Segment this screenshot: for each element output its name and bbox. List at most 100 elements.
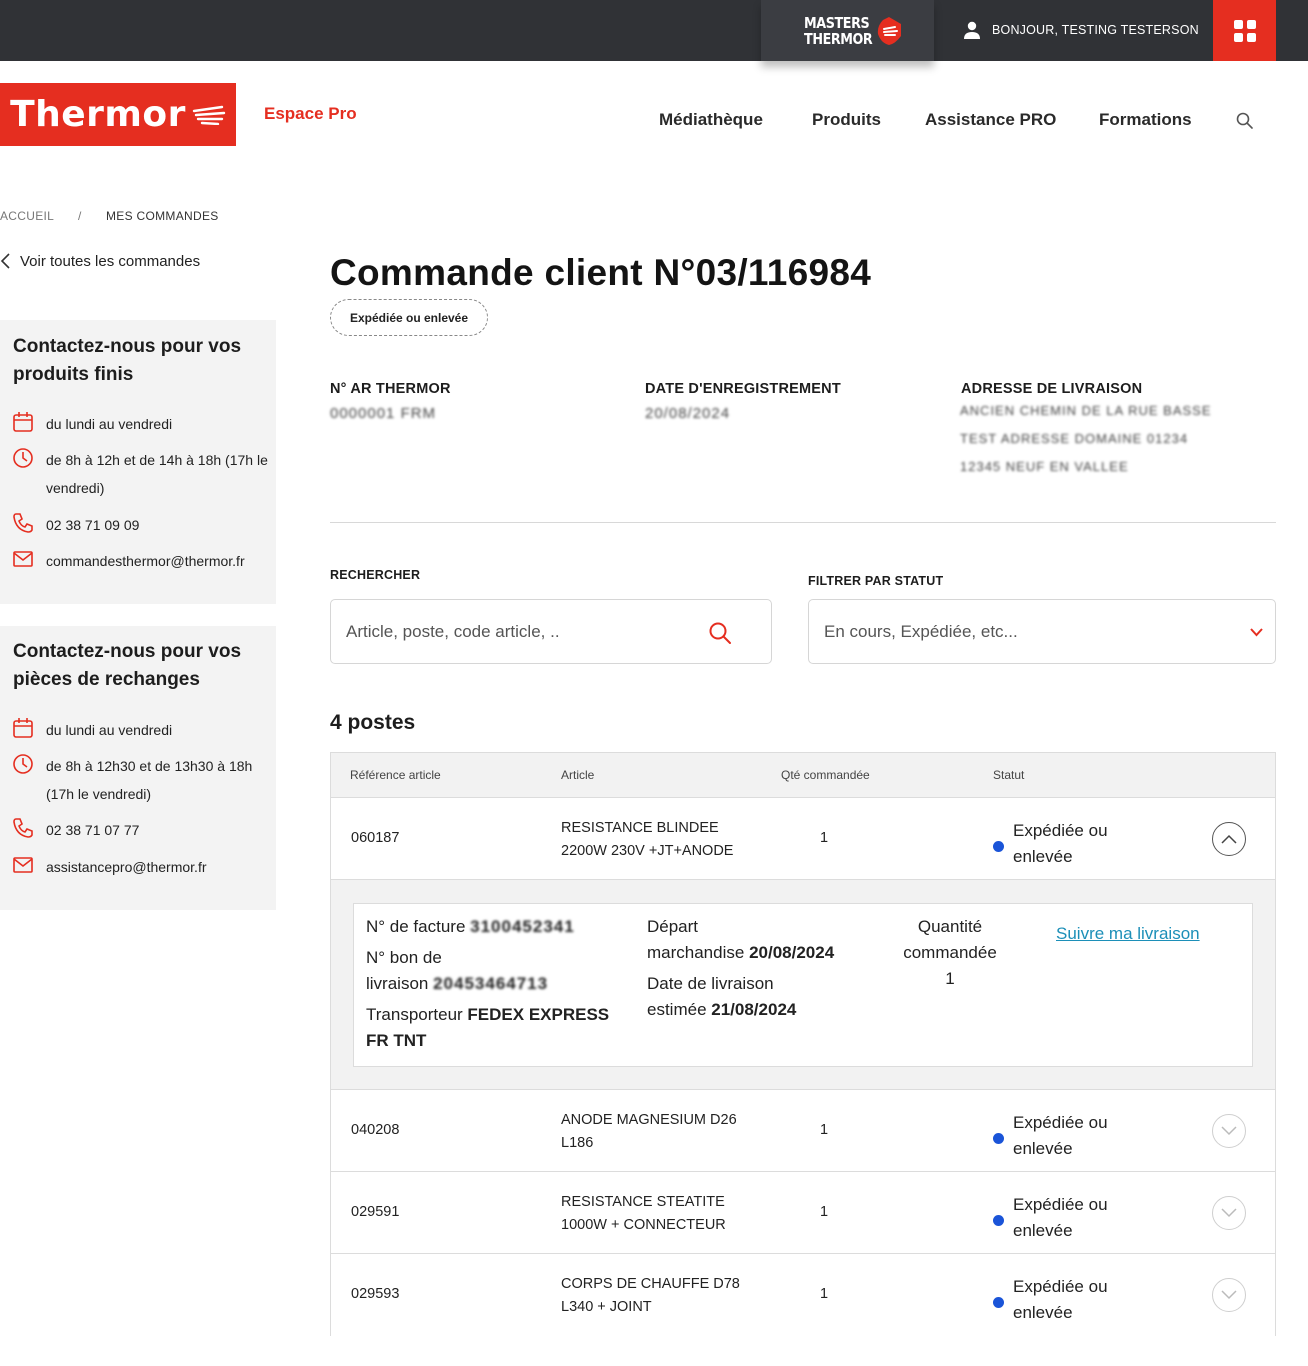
row-article: RESISTANCE STEATITE 1000W + CONNECTEUR [561, 1194, 726, 1233]
column-header-reference: Référence article [350, 768, 441, 782]
phone-icon [13, 818, 33, 838]
contact-phone[interactable]: 02 38 71 09 09 [12, 511, 139, 539]
ordered-quantity: Quantité commandée 1 [903, 917, 997, 988]
row-reference: 029593 [351, 1286, 400, 1302]
nav-formations[interactable]: Formations [1099, 110, 1192, 134]
expand-row-button[interactable] [1212, 1114, 1246, 1148]
chevron-down-icon [1221, 1290, 1237, 1300]
contact-days: du lundi au vendredi [12, 410, 172, 438]
thermor-wing-icon [192, 105, 226, 125]
expand-row-button[interactable] [1212, 1196, 1246, 1230]
masters-flame-icon [877, 16, 901, 45]
row-reference: 029591 [351, 1204, 400, 1220]
nav-assistance-pro[interactable]: Assistance PRO [925, 110, 1056, 134]
departure-date: Départ marchandise 20/08/2024 [647, 917, 835, 962]
search-input[interactable] [346, 600, 686, 663]
registration-date-label: DATE D'ENREGISTREMENT [645, 381, 841, 397]
status-dot [993, 1133, 1004, 1144]
delivery-address-line: ANCIEN CHEMIN DE LA RUE BASSE [960, 403, 1212, 418]
chevron-up-icon [1221, 834, 1237, 844]
mail-icon [13, 551, 33, 567]
row-quantity: 1 [820, 830, 829, 846]
contact-card-products: Contactez-nous pour vos produits finis du… [0, 320, 276, 604]
table-row[interactable]: 060187 RESISTANCE BLINDEE 2200W 230V +JT+… [331, 798, 1275, 880]
contact-card-parts: Contactez-nous pour vos pièces de rechang… [0, 626, 276, 910]
column-header-status: Statut [993, 768, 1025, 782]
row-reference: 060187 [351, 830, 400, 846]
row-quantity: 1 [820, 1286, 829, 1302]
calendar-icon [13, 412, 33, 432]
breadcrumb-home[interactable]: ACCUEIL [0, 209, 54, 223]
search-field [330, 599, 772, 664]
contact-phone[interactable]: 02 38 71 07 77 [12, 816, 139, 844]
clock-icon [13, 448, 33, 468]
row-reference: 040208 [351, 1122, 400, 1138]
search-label: RECHERCHER [330, 568, 421, 582]
breadcrumb-current: MES COMMANDES [106, 209, 219, 223]
invoice-number: N° de facture 3100452341 [366, 917, 575, 936]
nav-mediatheque[interactable]: Médiathèque [659, 110, 763, 134]
table-row[interactable]: 029593 CORPS DE CHAUFFE D78 L340 + JOINT … [331, 1254, 1275, 1336]
contact-email[interactable]: assistancepro@thermor.fr [12, 853, 207, 881]
row-article: RESISTANCE BLINDEE 2200W 230V +JT+ANODE [561, 820, 734, 859]
delivery-note-number: N° bon de livraison 20453464713 [366, 948, 549, 993]
status-dot [993, 1215, 1004, 1226]
table-row[interactable]: 040208 ANODE MAGNESIUM D26 L186 1 Expédié… [331, 1090, 1275, 1172]
breadcrumb-separator: / [78, 209, 82, 223]
delivery-address-line: TEST ADRESSE DOMAINE 01234 [960, 431, 1189, 446]
column-header-article: Article [561, 768, 595, 782]
estimated-delivery-date: Date de livraison estimée 21/08/2024 [647, 974, 797, 1019]
espace-pro-link[interactable]: Espace Pro [264, 104, 357, 124]
page-title: Commande client N°03/116984 [330, 252, 872, 293]
ar-thermor-value: 0000001 FRM [330, 405, 437, 422]
postes-count: 4 postes [330, 711, 416, 734]
search-icon[interactable] [1236, 112, 1253, 129]
column-header-quantity: Qté commandée [781, 768, 870, 782]
calendar-icon [13, 718, 33, 738]
divider [330, 522, 1276, 523]
row-status: Expédiée ou enlevée [1013, 1277, 1108, 1322]
shipment-details: N° de facture 3100452341 N° bon de livrai… [353, 903, 1253, 1067]
top-bar: MASTERS THERMOR BONJOUR, TESTING TESTERS… [0, 0, 1308, 61]
order-status-badge: Expédiée ou enlevée [330, 299, 488, 336]
row-quantity: 1 [820, 1122, 829, 1138]
chevron-down-icon [1221, 1208, 1237, 1218]
collapse-row-button[interactable] [1212, 822, 1246, 856]
apps-menu-button[interactable] [1213, 0, 1276, 61]
back-link-label: Voir toutes les commandes [20, 252, 201, 270]
masters-thermor-button[interactable]: MASTERS THERMOR [761, 0, 934, 61]
delivery-address-label: ADRESSE DE LIVRAISON [961, 381, 1143, 397]
chevron-left-icon [0, 253, 10, 269]
delivery-address-line: 12345 NEUF EN VALLEE [960, 459, 1129, 474]
clock-icon [13, 754, 33, 774]
masters-thermor-logo-text: MASTERS THERMOR [804, 13, 873, 48]
contact-days: du lundi au vendredi [12, 716, 172, 744]
user-account-button[interactable]: BONJOUR, TESTING TESTERSON [962, 19, 1199, 41]
row-article: CORPS DE CHAUFFE D78 L340 + JOINT [561, 1276, 740, 1315]
registration-date-value: 20/08/2024 [645, 405, 731, 422]
carrier: Transporteur FEDEX EXPRESS FR TNT [366, 1005, 610, 1050]
contact-email[interactable]: commandesthermor@thermor.fr [12, 547, 245, 575]
search-icon[interactable] [708, 621, 732, 645]
contact-hours: de 8h à 12h et de 14h à 18h (17h le vendr… [12, 446, 268, 502]
row-detail-panel: N° de facture 3100452341 N° bon de livrai… [331, 880, 1275, 1090]
thermor-logo[interactable]: Thermor [0, 83, 236, 146]
status-filter-select[interactable]: En cours, Expédiée, etc... [808, 599, 1276, 664]
contact-card-title: Contactez-nous pour vos pièces de rechang… [13, 641, 242, 690]
back-to-orders-link[interactable]: Voir toutes les commandes [0, 252, 200, 270]
user-greeting: BONJOUR, TESTING TESTERSON [992, 23, 1199, 37]
contact-hours: de 8h à 12h30 et de 13h30 à 18h (17h le v… [12, 752, 252, 808]
phone-icon [13, 513, 33, 533]
chevron-down-icon [1250, 628, 1263, 637]
nav-produits[interactable]: Produits [812, 110, 881, 134]
user-icon [964, 21, 980, 39]
contact-card-title: Contactez-nous pour vos produits finis [13, 336, 242, 385]
track-delivery-link[interactable]: Suivre ma livraison [1056, 924, 1200, 944]
ar-thermor-label: N° AR THERMOR [330, 381, 451, 397]
row-status: Expédiée ou enlevée [1013, 1195, 1108, 1240]
status-filter-placeholder: En cours, Expédiée, etc... [824, 622, 1018, 641]
row-quantity: 1 [820, 1204, 829, 1220]
status-filter-label: FILTRER PAR STATUT [808, 574, 944, 588]
expand-row-button[interactable] [1212, 1278, 1246, 1312]
table-row[interactable]: 029591 RESISTANCE STEATITE 1000W + CONNEC… [331, 1172, 1275, 1254]
